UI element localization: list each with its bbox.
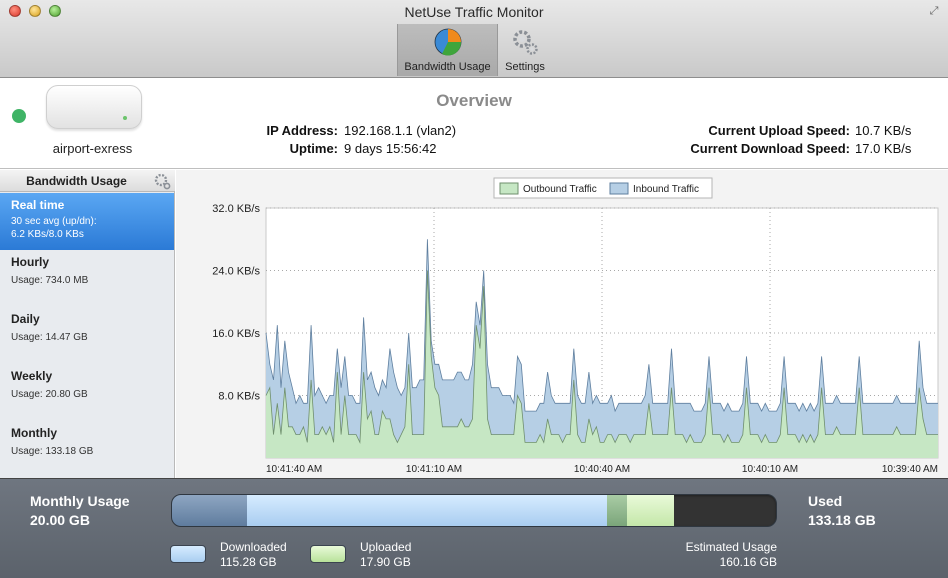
overview-panel: airport-exress Overview IP Address: 192.… [0,79,948,169]
bandwidth-usage-tab[interactable]: Bandwidth Usage [397,24,498,76]
downloaded-segment [247,495,607,526]
sidebar-item-detail: Usage: 14.47 GB [11,332,88,343]
uploaded-overlap-segment [606,495,627,526]
ip-address-label: IP Address: [266,123,338,138]
fullscreen-icon[interactable]: ⤢ [928,5,940,17]
pie-chart-icon [434,28,461,56]
gears-icon [513,30,538,55]
overview-title: Overview [436,91,512,110]
sidebar-item-detail: Usage: 20.80 GB [11,389,88,400]
sidebar-header: Bandwidth Usage [0,170,175,192]
legend-label-outbound: Outbound Traffic [523,184,597,195]
used-value: 133.18 GB [808,512,876,528]
sidebar-item-title: Monthly [11,426,57,440]
estimated-usage-label: Estimated Usage [685,540,777,554]
monthly-limit-segment [172,495,248,526]
x-tick-label: 10:40:40 AM [574,464,630,475]
device-name: airport-exress [52,141,133,156]
sidebar-item-daily[interactable]: Daily Usage: 14.47 GB [0,307,174,364]
downloaded-label: Downloaded [220,540,287,554]
downloaded-value: 115.28 GB [220,555,277,569]
bandwidth-usage-label: Bandwidth Usage [404,61,491,73]
uploaded-value: 17.90 GB [360,555,411,569]
sidebar-item-detail: Usage: 734.0 MB [11,275,89,286]
sidebar-item-hourly[interactable]: Hourly Usage: 734.0 MB [0,250,174,307]
x-tick-label: 10:40:10 AM [742,464,798,475]
upload-speed-value: 10.7 KB/s [855,123,912,138]
y-tick-label: 8.0 KB/s [218,391,260,403]
estimated-usage-value: 160.16 GB [719,555,777,569]
sidebar-item-detail: Usage: 133.18 GB [11,446,94,457]
y-tick-label: 16.0 KB/s [212,328,260,340]
sidebar-item-title: Weekly [11,369,53,383]
legend-swatch-inbound [609,182,629,195]
sidebar: Bandwidth Usage Real time 30 sec avg (up… [0,170,175,478]
sidebar-header-label: Bandwidth Usage [26,174,127,188]
sidebar-item-title: Real time [11,198,65,212]
usage-summary-bar: Monthly Usage 20.00 GB Used 133.18 GB Do… [0,478,948,578]
monthly-usage-label: Monthly Usage [30,493,130,509]
sidebar-item-title: Hourly [11,255,50,269]
sidebar-item-monthly[interactable]: Monthly Usage: 133.18 GB [0,421,174,478]
uploaded-segment [626,495,675,526]
x-tick-label: 10:41:10 AM [406,464,462,475]
download-speed-value: 17.0 KB/s [855,141,912,156]
uploaded-swatch-icon [310,545,346,563]
x-tick-label: 10:39:40 AM [882,464,938,475]
traffic-chart-panel: 32.0 KB/s 24.0 KB/s 16.0 KB/s 8.0 KB/s 10:41… [176,170,948,478]
traffic-chart: 32.0 KB/s 24.0 KB/s 16.0 KB/s 8.0 KB/s 10:41… [212,177,939,475]
legend-label-inbound: Inbound Traffic [633,184,699,195]
sidebar-item-detail: 30 sec avg (up/dn): [11,216,97,227]
x-tick-label: 10:41:40 AM [266,464,322,475]
legend-swatch-outbound [499,182,519,195]
window-title: NetUse Traffic Monitor [404,4,544,20]
uptime-label: Uptime: [289,141,338,156]
uptime-value: 9 days 15:56:42 [344,141,437,156]
sidebar-item-title: Daily [11,312,40,326]
y-tick-label: 32.0 KB/s [212,203,260,215]
ip-address-value: 192.168.1.1 (vlan2) [344,123,457,138]
sidebar-item-real-time[interactable]: Real time 30 sec avg (up/dn): 6.2 KBs/8.… [0,193,174,250]
downloaded-swatch-icon [170,545,206,563]
sidebar-item-weekly[interactable]: Weekly Usage: 20.80 GB [0,364,174,421]
download-speed-label: Current Download Speed: [690,141,850,156]
status-indicator-icon [12,109,26,123]
uploaded-label: Uploaded [360,540,412,554]
gear-icon[interactable] [153,172,171,190]
settings-tab[interactable]: Settings [500,24,550,76]
monthly-usage-value: 20.00 GB [30,512,90,528]
usage-progress-bar [171,494,777,527]
upload-speed-label: Current Upload Speed: [708,123,850,138]
window-toolbar: NetUse Traffic Monitor ⤢ Bandwidth Usage… [0,0,948,78]
sidebar-item-detail: 6.2 KBs/8.0 KBs [11,229,84,240]
settings-label: Settings [505,61,545,73]
used-label: Used [808,493,843,509]
y-tick-label: 24.0 KB/s [212,266,260,278]
